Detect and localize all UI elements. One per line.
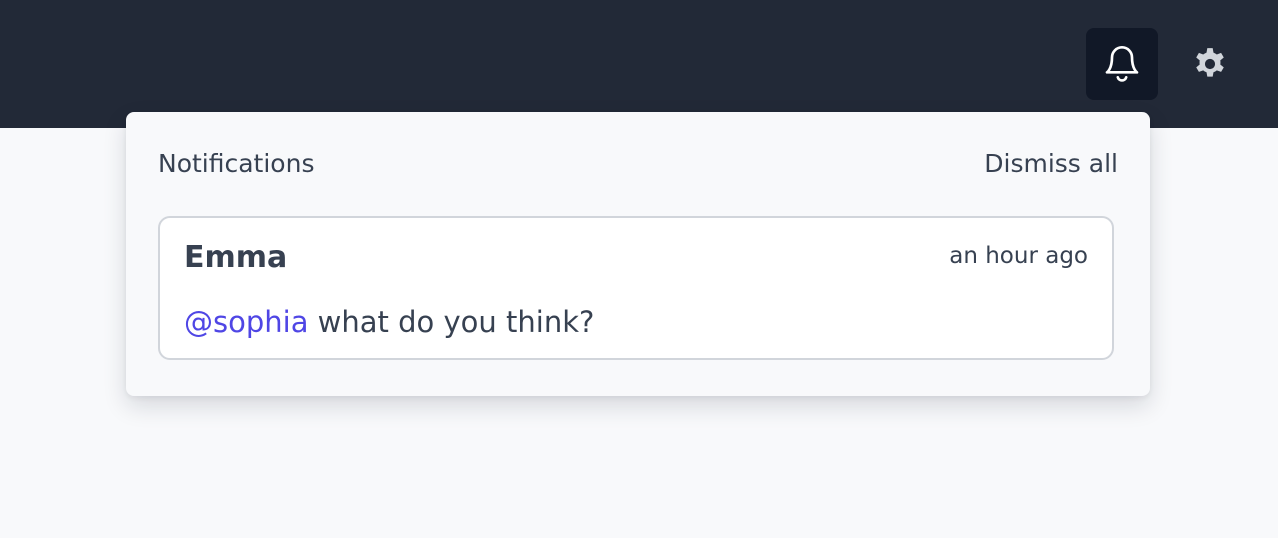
bell-icon — [1102, 44, 1142, 84]
notification-item[interactable]: Emma an hour ago @sophia what do you thi… — [158, 216, 1114, 360]
notifications-dropdown: Notifications Dismiss all Emma an hour a… — [126, 112, 1150, 396]
gear-icon — [1191, 45, 1229, 83]
dismiss-all-button[interactable]: Dismiss all — [984, 148, 1118, 180]
notification-text: what do you think? — [308, 305, 595, 339]
top-navigation-bar — [0, 0, 1278, 128]
user-mention-link[interactable]: @sophia — [184, 305, 308, 339]
notifications-title: Notifications — [158, 149, 315, 178]
notification-author: Emma — [184, 240, 288, 275]
settings-button[interactable] — [1174, 28, 1246, 100]
notification-message: @sophia what do you think? — [184, 304, 594, 340]
notification-time: an hour ago — [949, 243, 1088, 269]
notifications-button[interactable] — [1086, 28, 1158, 100]
